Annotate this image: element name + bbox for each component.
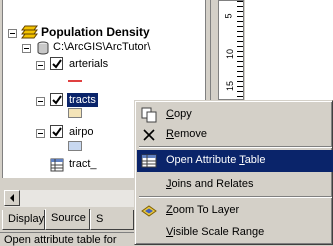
menu-item-visible-scale-range[interactable]: Visible Scale Range (137, 222, 333, 244)
data-frame-layers-icon (21, 24, 39, 40)
ruler-ticks (237, 1, 243, 101)
workspace-path[interactable]: C:\ArcGIS\ArcTutor\ (53, 40, 203, 54)
context-menu: Copy Remove Open Attribute Table Joins a… (134, 100, 333, 245)
arterials-line-symbol (68, 80, 82, 82)
copy-icon (141, 107, 157, 123)
menu-item-zoom-to-layer[interactable]: Zoom To Layer (137, 200, 333, 222)
tab-selection[interactable]: S (90, 210, 134, 230)
ruler-label: 10 (225, 48, 236, 60)
data-frame-name[interactable]: Population Density (41, 25, 150, 39)
airports-fill-symbol (68, 141, 82, 151)
menu-item-label: Zoom To Layer (166, 204, 240, 216)
airports-collapse-toggle[interactable] (36, 129, 45, 138)
menu-separator (139, 146, 332, 148)
menu-item-label: Open Attribute Table (166, 154, 266, 166)
remove-x-icon (141, 127, 157, 143)
data-frame-collapse-toggle[interactable] (8, 29, 17, 38)
tracts-layer-name[interactable]: tracts (66, 92, 99, 108)
zoom-to-layer-icon (141, 203, 157, 219)
scroll-left-button[interactable] (4, 190, 20, 206)
arterials-collapse-toggle[interactable] (36, 61, 45, 70)
workspace-collapse-toggle[interactable] (22, 44, 31, 53)
menu-item-label: Joins and Relates (166, 178, 254, 190)
tracts-collapse-toggle[interactable] (36, 97, 45, 106)
menu-item-copy[interactable]: Copy (137, 104, 333, 126)
tab-display[interactable]: Display (2, 210, 45, 230)
table-name[interactable]: tract_ (69, 157, 97, 171)
arterials-layer-name[interactable]: arterials (69, 57, 108, 71)
vertical-ruler: 5 10 15 (218, 0, 244, 101)
tracts-fill-symbol (68, 108, 82, 118)
left-arrow-icon (10, 194, 14, 202)
database-icon (35, 40, 51, 56)
tab-source[interactable]: Source (45, 209, 90, 230)
airports-visibility-checkbox[interactable] (50, 125, 63, 138)
ruler-label: 5 (223, 13, 234, 19)
menu-item-joins-and-relates[interactable]: Joins and Relates (137, 174, 333, 196)
attribute-table-icon (141, 153, 157, 169)
airports-layer-name[interactable]: airpo (69, 125, 93, 139)
table-icon (50, 158, 64, 172)
menu-item-label: Visible Scale Range (166, 226, 265, 238)
menu-item-remove[interactable]: Remove (137, 124, 333, 146)
menu-item-label: Copy (166, 108, 192, 120)
menu-item-label: Remove (166, 128, 207, 140)
menu-separator (139, 196, 332, 198)
tracts-visibility-checkbox[interactable] (50, 93, 63, 106)
arterials-visibility-checkbox[interactable] (50, 57, 63, 70)
menu-item-open-attribute-table[interactable]: Open Attribute Table (137, 150, 333, 172)
ruler-label: 15 (225, 80, 236, 92)
